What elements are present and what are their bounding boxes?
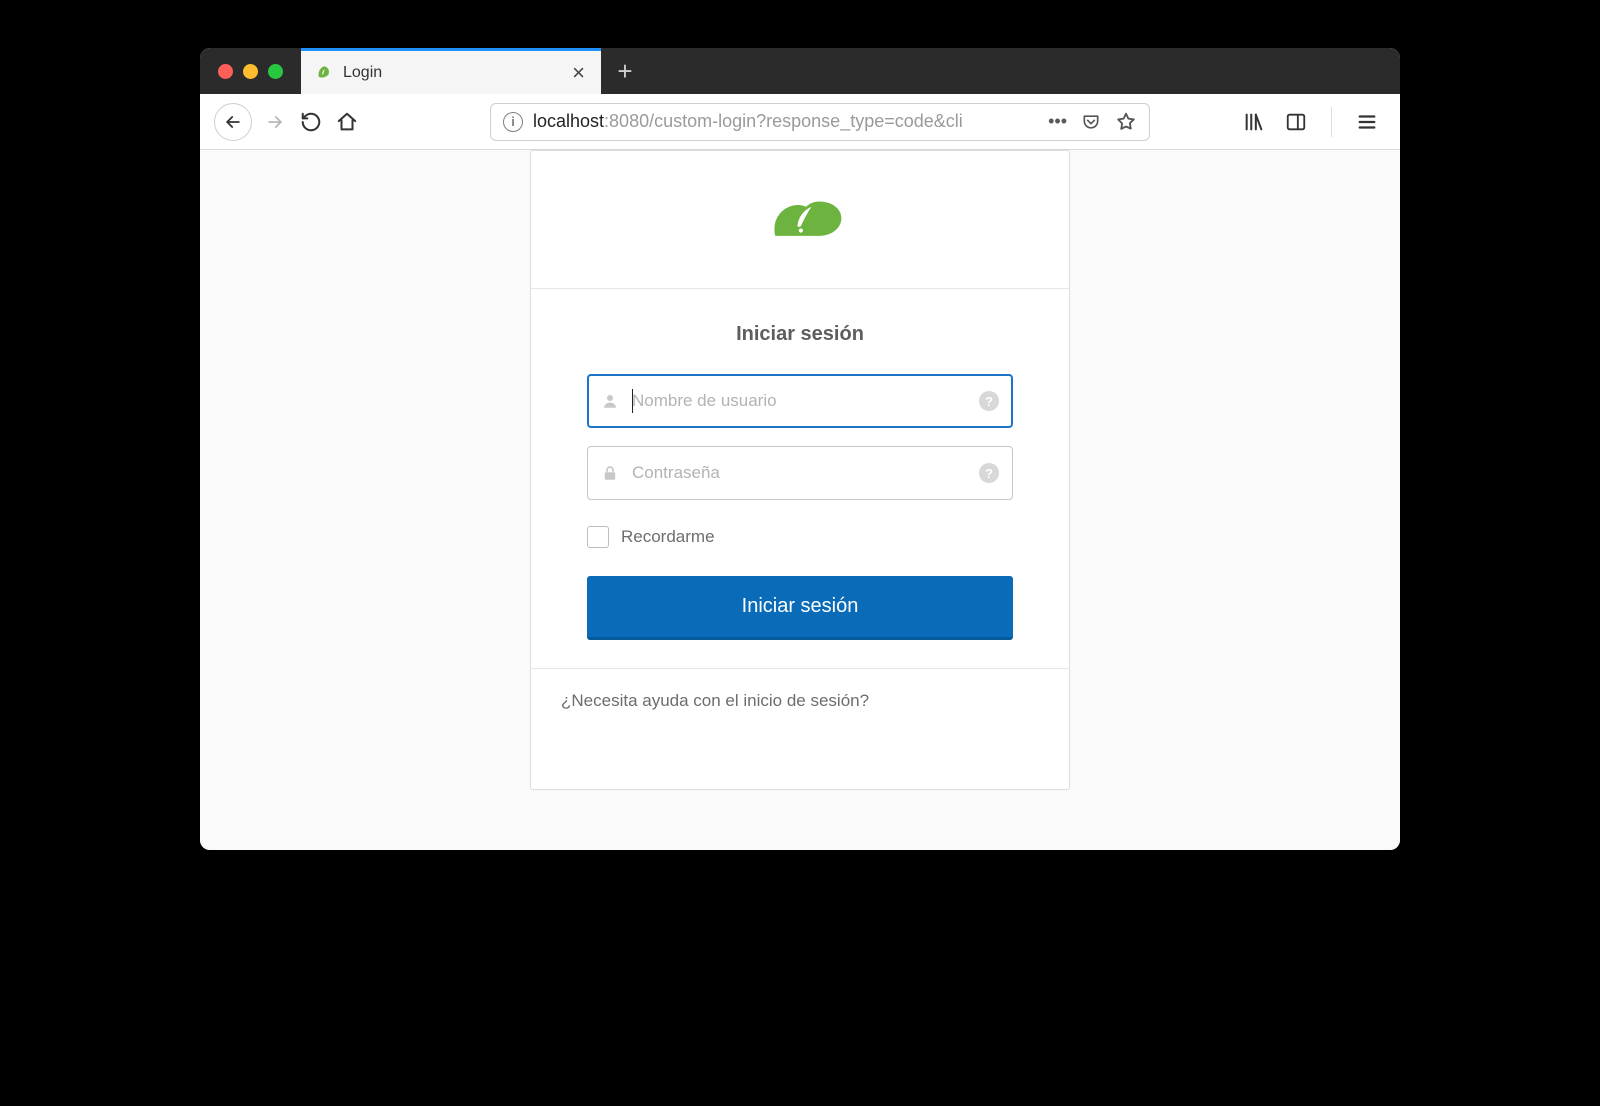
page-viewport: Iniciar sesión ? ? — [200, 150, 1400, 850]
submit-button[interactable]: Iniciar sesión — [587, 576, 1013, 640]
home-button[interactable] — [334, 109, 360, 135]
tab-strip: Login × + — [200, 48, 1400, 94]
username-field-wrapper: ? — [587, 374, 1013, 428]
remember-checkbox[interactable] — [587, 526, 609, 548]
menu-button[interactable] — [1354, 109, 1380, 135]
password-input[interactable] — [587, 446, 1013, 500]
toolbar-divider — [1331, 107, 1332, 137]
library-icon[interactable] — [1241, 109, 1267, 135]
window-maximize-button[interactable] — [268, 64, 283, 79]
forward-button[interactable] — [262, 109, 288, 135]
login-card: Iniciar sesión ? ? — [530, 150, 1070, 790]
logo-area — [531, 151, 1069, 289]
tab-close-button[interactable]: × — [570, 62, 587, 84]
back-button[interactable] — [214, 103, 252, 141]
browser-tab[interactable]: Login × — [301, 48, 601, 94]
user-icon — [601, 392, 619, 410]
reload-button[interactable] — [298, 109, 324, 135]
window-close-button[interactable] — [218, 64, 233, 79]
lock-icon — [601, 464, 619, 482]
card-footer: ¿Necesita ayuda con el inicio de sesión? — [531, 668, 1069, 733]
password-field-wrapper: ? — [587, 446, 1013, 500]
url-text: localhost:8080/custom-login?response_typ… — [533, 111, 1038, 132]
username-input[interactable] — [587, 374, 1013, 428]
sidebar-icon[interactable] — [1283, 109, 1309, 135]
arrow-left-icon — [220, 109, 246, 135]
pocket-icon[interactable] — [1081, 112, 1101, 132]
address-bar[interactable]: i localhost:8080/custom-login?response_t… — [490, 103, 1150, 141]
star-icon[interactable] — [1115, 111, 1137, 133]
info-icon[interactable]: i — [503, 112, 523, 132]
new-tab-button[interactable]: + — [601, 48, 649, 94]
toolbar-right — [1241, 107, 1386, 137]
window-minimize-button[interactable] — [243, 64, 258, 79]
help-link[interactable]: ¿Necesita ayuda con el inicio de sesión? — [561, 691, 869, 710]
overflow-icon[interactable]: ••• — [1048, 111, 1067, 132]
browser-window: Login × + i localhost:8080/custom-login?… — [200, 48, 1400, 850]
leaf-icon — [315, 64, 333, 82]
text-caret — [632, 389, 633, 413]
browser-toolbar: i localhost:8080/custom-login?response_t… — [200, 94, 1400, 150]
window-controls — [200, 48, 301, 94]
login-form: Iniciar sesión ? ? — [531, 289, 1069, 668]
remember-me[interactable]: Recordarme — [587, 526, 1013, 548]
remember-label: Recordarme — [621, 527, 715, 547]
help-icon[interactable]: ? — [979, 391, 999, 411]
spring-cloud-logo-icon — [756, 189, 844, 251]
help-icon[interactable]: ? — [979, 463, 999, 483]
tab-title: Login — [343, 64, 382, 82]
form-heading: Iniciar sesión — [587, 323, 1013, 346]
